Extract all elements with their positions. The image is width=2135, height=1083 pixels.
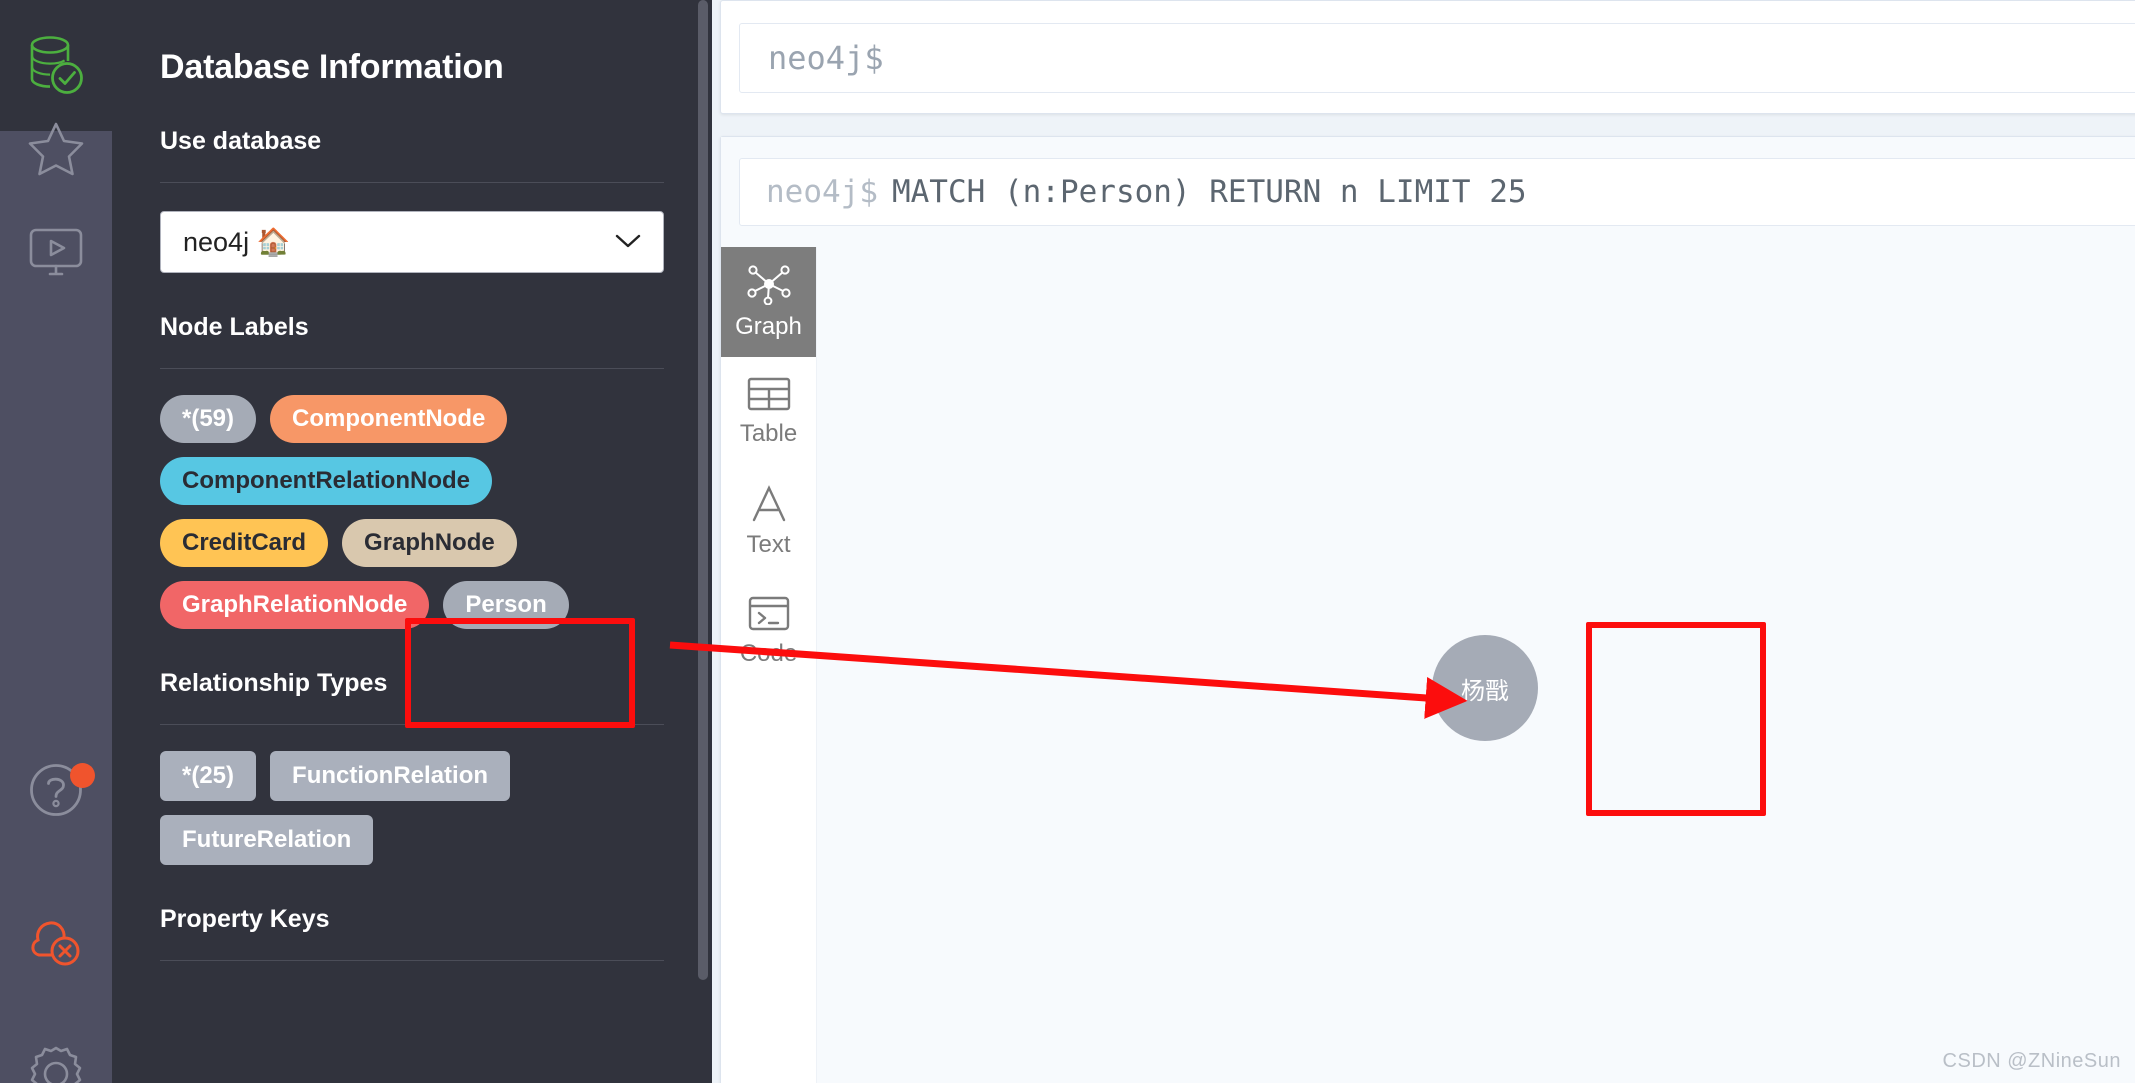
- frame-query-display[interactable]: neo4j$ MATCH (n:Person) RETURN n LIMIT 2…: [739, 158, 2135, 226]
- use-database-section: Use database neo4j 🏠: [112, 127, 712, 273]
- table-grid-icon: [747, 377, 790, 411]
- frame-query-prompt: neo4j$: [766, 174, 878, 210]
- property-keys-section: Property Keys: [112, 905, 712, 961]
- sidebar-item-connection-status[interactable]: [0, 905, 112, 975]
- help-notification-badge: [70, 763, 95, 788]
- page-title: Database Information: [160, 48, 504, 86]
- relationship-types-heading: Relationship Types: [160, 669, 388, 697]
- use-database-heading: Use database: [160, 127, 322, 155]
- sidebar-item-settings[interactable]: [0, 1038, 112, 1083]
- relationship-type-chip[interactable]: FunctionRelation: [270, 751, 511, 801]
- view-mode-rail: Graph Table Text Code: [721, 247, 817, 1083]
- command-editor[interactable]: neo4j$: [739, 23, 2135, 93]
- terminal-icon: [748, 596, 789, 631]
- graph-canvas[interactable]: 杨戬: [817, 247, 2135, 1083]
- frame-header: neo4j$ MATCH (n:Person) RETURN n LIMIT 2…: [721, 137, 2135, 247]
- divider: [160, 724, 664, 725]
- relationship-type-chip-list: *(25) FunctionRelation FutureRelation: [160, 751, 640, 865]
- relationship-type-chip[interactable]: FutureRelation: [160, 815, 374, 865]
- divider: [160, 960, 664, 961]
- gear-icon: [30, 1046, 82, 1083]
- divider: [160, 182, 664, 183]
- node-label-chip[interactable]: ComponentRelationNode: [160, 457, 492, 505]
- tab-graph-label: Graph: [735, 313, 802, 340]
- database-select[interactable]: neo4j 🏠: [160, 211, 664, 273]
- tab-code-label: Code: [739, 640, 798, 667]
- sidebar-item-help[interactable]: [0, 755, 112, 825]
- database-select-wrapper: neo4j 🏠: [160, 211, 664, 273]
- database-information-panel: Database Information Use database neo4j …: [112, 0, 712, 1083]
- database-check-logo-icon: [30, 35, 83, 94]
- result-frame: neo4j$ MATCH (n:Person) RETURN n LIMIT 2…: [720, 136, 2135, 1083]
- graph-nodes-icon: [746, 265, 791, 305]
- left-icon-rail: [0, 0, 112, 1083]
- sidebar-item-guides[interactable]: [0, 222, 112, 284]
- tab-graph[interactable]: Graph: [721, 247, 816, 357]
- main-area: neo4j$ neo4j$ MATCH (n:Person) RETURN n …: [712, 0, 2135, 1083]
- node-label-chip[interactable]: Person: [443, 581, 569, 629]
- cloud-disconnected-icon: [31, 921, 80, 966]
- relationship-type-chip[interactable]: *(25): [160, 751, 257, 801]
- tab-table-label: Table: [739, 420, 798, 447]
- tab-code[interactable]: Code: [721, 577, 816, 687]
- tab-text[interactable]: Text: [721, 467, 816, 577]
- node-labels-section: Node Labels *(59) ComponentNode ComponentR…: [112, 313, 712, 629]
- divider: [160, 368, 664, 369]
- database-select-value: neo4j 🏠: [183, 227, 291, 257]
- chevron-down-icon: [615, 230, 641, 254]
- property-keys-heading: Property Keys: [160, 905, 330, 933]
- letter-a-icon: [752, 485, 785, 522]
- tab-table[interactable]: Table: [721, 357, 816, 467]
- node-labels-heading: Node Labels: [160, 313, 309, 341]
- star-icon: [28, 122, 84, 176]
- neo4j-browser-window: Database Information Use database neo4j …: [0, 0, 2135, 1083]
- editor-prompt: neo4j$: [768, 39, 884, 77]
- sidebar-item-favorites[interactable]: [0, 118, 112, 180]
- node-label-chip[interactable]: GraphNode: [342, 519, 517, 567]
- node-label-chip[interactable]: ComponentNode: [270, 395, 508, 443]
- relationship-types-section: Relationship Types *(25) FunctionRelation…: [112, 669, 712, 865]
- node-label-chip[interactable]: CreditCard: [160, 519, 329, 567]
- app-logo: [0, 0, 112, 131]
- node-label-chip[interactable]: *(59): [160, 395, 257, 443]
- tab-text-label: Text: [746, 531, 791, 558]
- graph-node-label: 杨戬: [1461, 676, 1509, 705]
- watermark: CSDN @ZNineSun: [1942, 1050, 2121, 1072]
- frame-query-text: MATCH (n:Person) RETURN n LIMIT 25: [891, 174, 1527, 210]
- monitor-play-icon: [29, 228, 83, 276]
- node-label-chip[interactable]: GraphRelationNode: [160, 581, 430, 629]
- node-label-chip-list: *(59) ComponentNode ComponentRelationNode C…: [160, 395, 640, 629]
- sidebar-scrollbar[interactable]: [698, 0, 708, 980]
- frame-body: Graph Table Text Code 杨戬: [721, 247, 2135, 1083]
- command-editor-card: neo4j$: [720, 0, 2135, 114]
- graph-node[interactable]: 杨戬: [1432, 635, 1538, 741]
